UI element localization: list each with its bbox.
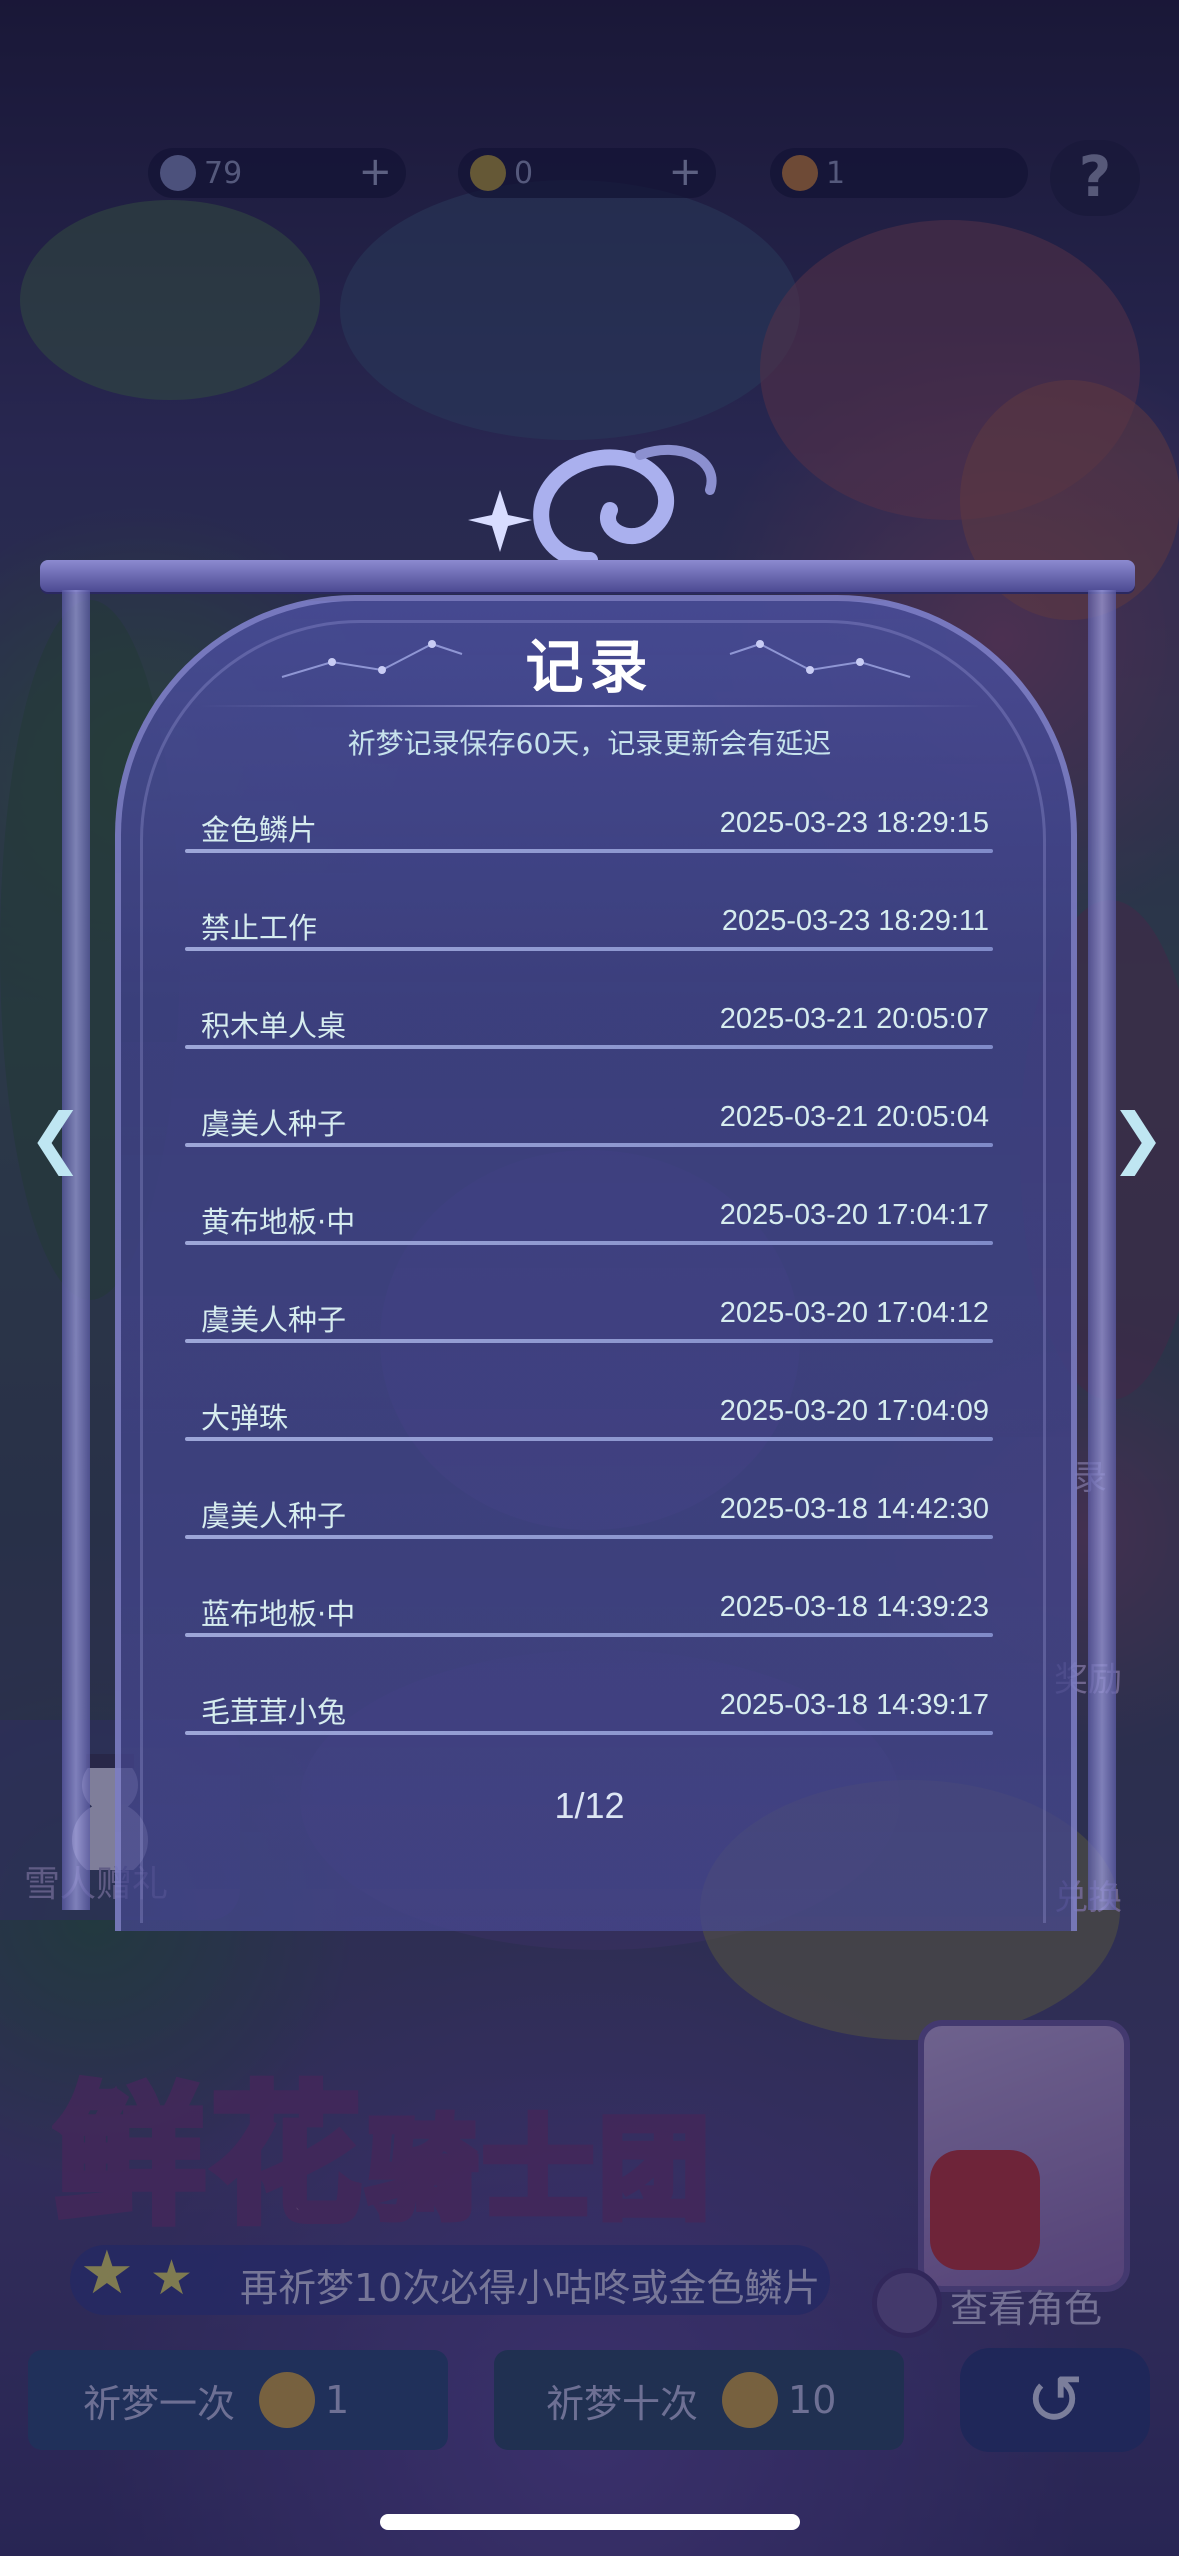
record-timestamp: 2025-03-20 17:04:09: [719, 1395, 989, 1427]
next-page-arrow[interactable]: ❯: [1110, 1105, 1165, 1171]
record-row: 虞美人种子 2025-03-18 14:42:30: [185, 1481, 993, 1579]
row-divider: [185, 1045, 993, 1049]
record-row: 虞美人种子 2025-03-21 20:05:04: [185, 1089, 993, 1187]
record-row: 大弹珠 2025-03-20 17:04:09: [185, 1383, 993, 1481]
record-timestamp: 2025-03-20 17:04:17: [719, 1199, 989, 1231]
record-item-name: 禁止工作: [201, 911, 318, 945]
moon-ornament: [468, 445, 717, 568]
row-divider: [185, 849, 993, 853]
record-timestamp: 2025-03-18 14:42:30: [719, 1493, 989, 1525]
record-timestamp: 2025-03-23 18:29:15: [719, 807, 989, 839]
record-timestamp: 2025-03-21 20:05:07: [719, 1003, 989, 1035]
home-indicator[interactable]: [380, 2514, 800, 2530]
chevron-right-icon: ❯: [1110, 1099, 1166, 1176]
right-pillar: [1088, 590, 1116, 1910]
record-item-name: 大弹珠: [201, 1401, 289, 1435]
record-item-name: 虞美人种子: [201, 1107, 347, 1141]
dialog-title: 记录: [525, 633, 654, 701]
row-divider: [185, 1437, 993, 1441]
row-divider: [185, 1633, 993, 1637]
row-divider: [185, 1535, 993, 1539]
record-row: 蓝布地板·中 2025-03-18 14:39:23: [185, 1579, 993, 1677]
left-pillar: [62, 590, 90, 1910]
row-divider: [185, 1339, 993, 1343]
record-timestamp: 2025-03-20 17:04:12: [719, 1297, 989, 1329]
row-divider: [185, 1731, 993, 1735]
record-item-name: 毛茸茸小兔: [201, 1695, 347, 1729]
record-list: 金色鳞片 2025-03-23 18:29:15 禁止工作 2025-03-23 18…: [185, 795, 993, 1775]
record-item-name: 虞美人种子: [201, 1499, 347, 1533]
record-row: 金色鳞片 2025-03-23 18:29:15: [185, 795, 993, 893]
record-item-name: 黄布地板·中: [201, 1205, 356, 1239]
record-timestamp: 2025-03-18 14:39:17: [719, 1689, 989, 1721]
prev-page-arrow[interactable]: ❮: [28, 1105, 83, 1171]
record-row: 禁止工作 2025-03-23 18:29:11: [185, 893, 993, 991]
dialog-frame-top: [40, 560, 1135, 592]
record-item-name: 蓝布地板·中: [201, 1597, 356, 1631]
row-divider: [185, 1241, 993, 1245]
row-divider: [185, 1143, 993, 1147]
row-divider: [185, 947, 993, 951]
record-row: 积木单人桌 2025-03-21 20:05:07: [185, 991, 993, 1089]
record-item-name: 金色鳞片: [201, 813, 318, 847]
page-indicator: 1/12: [554, 1785, 625, 1826]
dialog-subtitle: 祈梦记录保存60天，记录更新会有延迟: [347, 727, 832, 760]
record-row: 黄布地板·中 2025-03-20 17:04:17: [185, 1187, 993, 1285]
record-row: 毛茸茸小兔 2025-03-18 14:39:17: [185, 1677, 993, 1775]
record-row: 虞美人种子 2025-03-20 17:04:12: [185, 1285, 993, 1383]
record-item-name: 积木单人桌: [201, 1009, 347, 1043]
chevron-left-icon: ❮: [28, 1099, 84, 1176]
record-timestamp: 2025-03-23 18:29:11: [721, 905, 989, 937]
title-divider: [200, 705, 980, 707]
record-timestamp: 2025-03-18 14:39:23: [719, 1591, 989, 1623]
record-item-name: 虞美人种子: [201, 1303, 347, 1337]
record-timestamp: 2025-03-21 20:05:04: [719, 1101, 989, 1133]
